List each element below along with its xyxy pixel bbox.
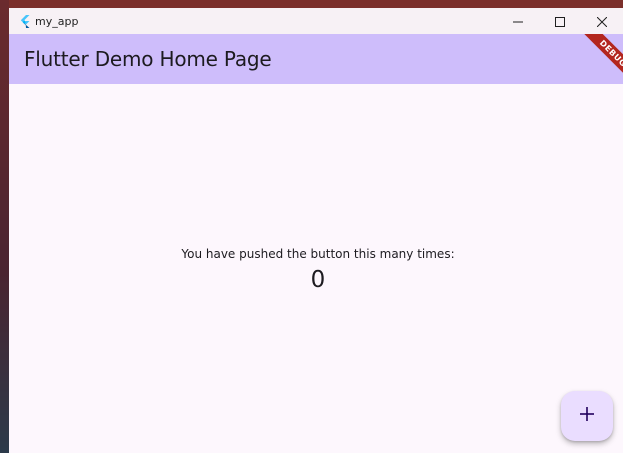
app-window: my_app Flutter Demo Home Page DEBUG You …	[9, 8, 623, 453]
desktop-background-top	[0, 0, 623, 8]
minimize-icon	[513, 12, 523, 31]
counter-value: 0	[310, 267, 326, 293]
page-title: Flutter Demo Home Page	[24, 47, 272, 71]
window-controls	[497, 8, 623, 34]
maximize-button[interactable]	[539, 8, 581, 34]
close-icon	[596, 12, 608, 31]
counter-label: You have pushed the button this many tim…	[181, 247, 455, 261]
close-button[interactable]	[581, 8, 623, 34]
window-titlebar[interactable]: my_app	[9, 8, 623, 34]
debug-banner: DEBUG	[563, 34, 623, 94]
debug-banner-label: DEBUG	[576, 34, 623, 90]
minimize-button[interactable]	[497, 8, 539, 34]
flutter-logo-icon	[17, 14, 31, 28]
desktop-background-left	[0, 0, 9, 453]
maximize-icon	[555, 12, 565, 31]
window-title: my_app	[35, 14, 79, 28]
app-bar: Flutter Demo Home Page	[9, 34, 623, 84]
add-icon	[579, 406, 595, 426]
increment-button[interactable]	[561, 391, 613, 441]
